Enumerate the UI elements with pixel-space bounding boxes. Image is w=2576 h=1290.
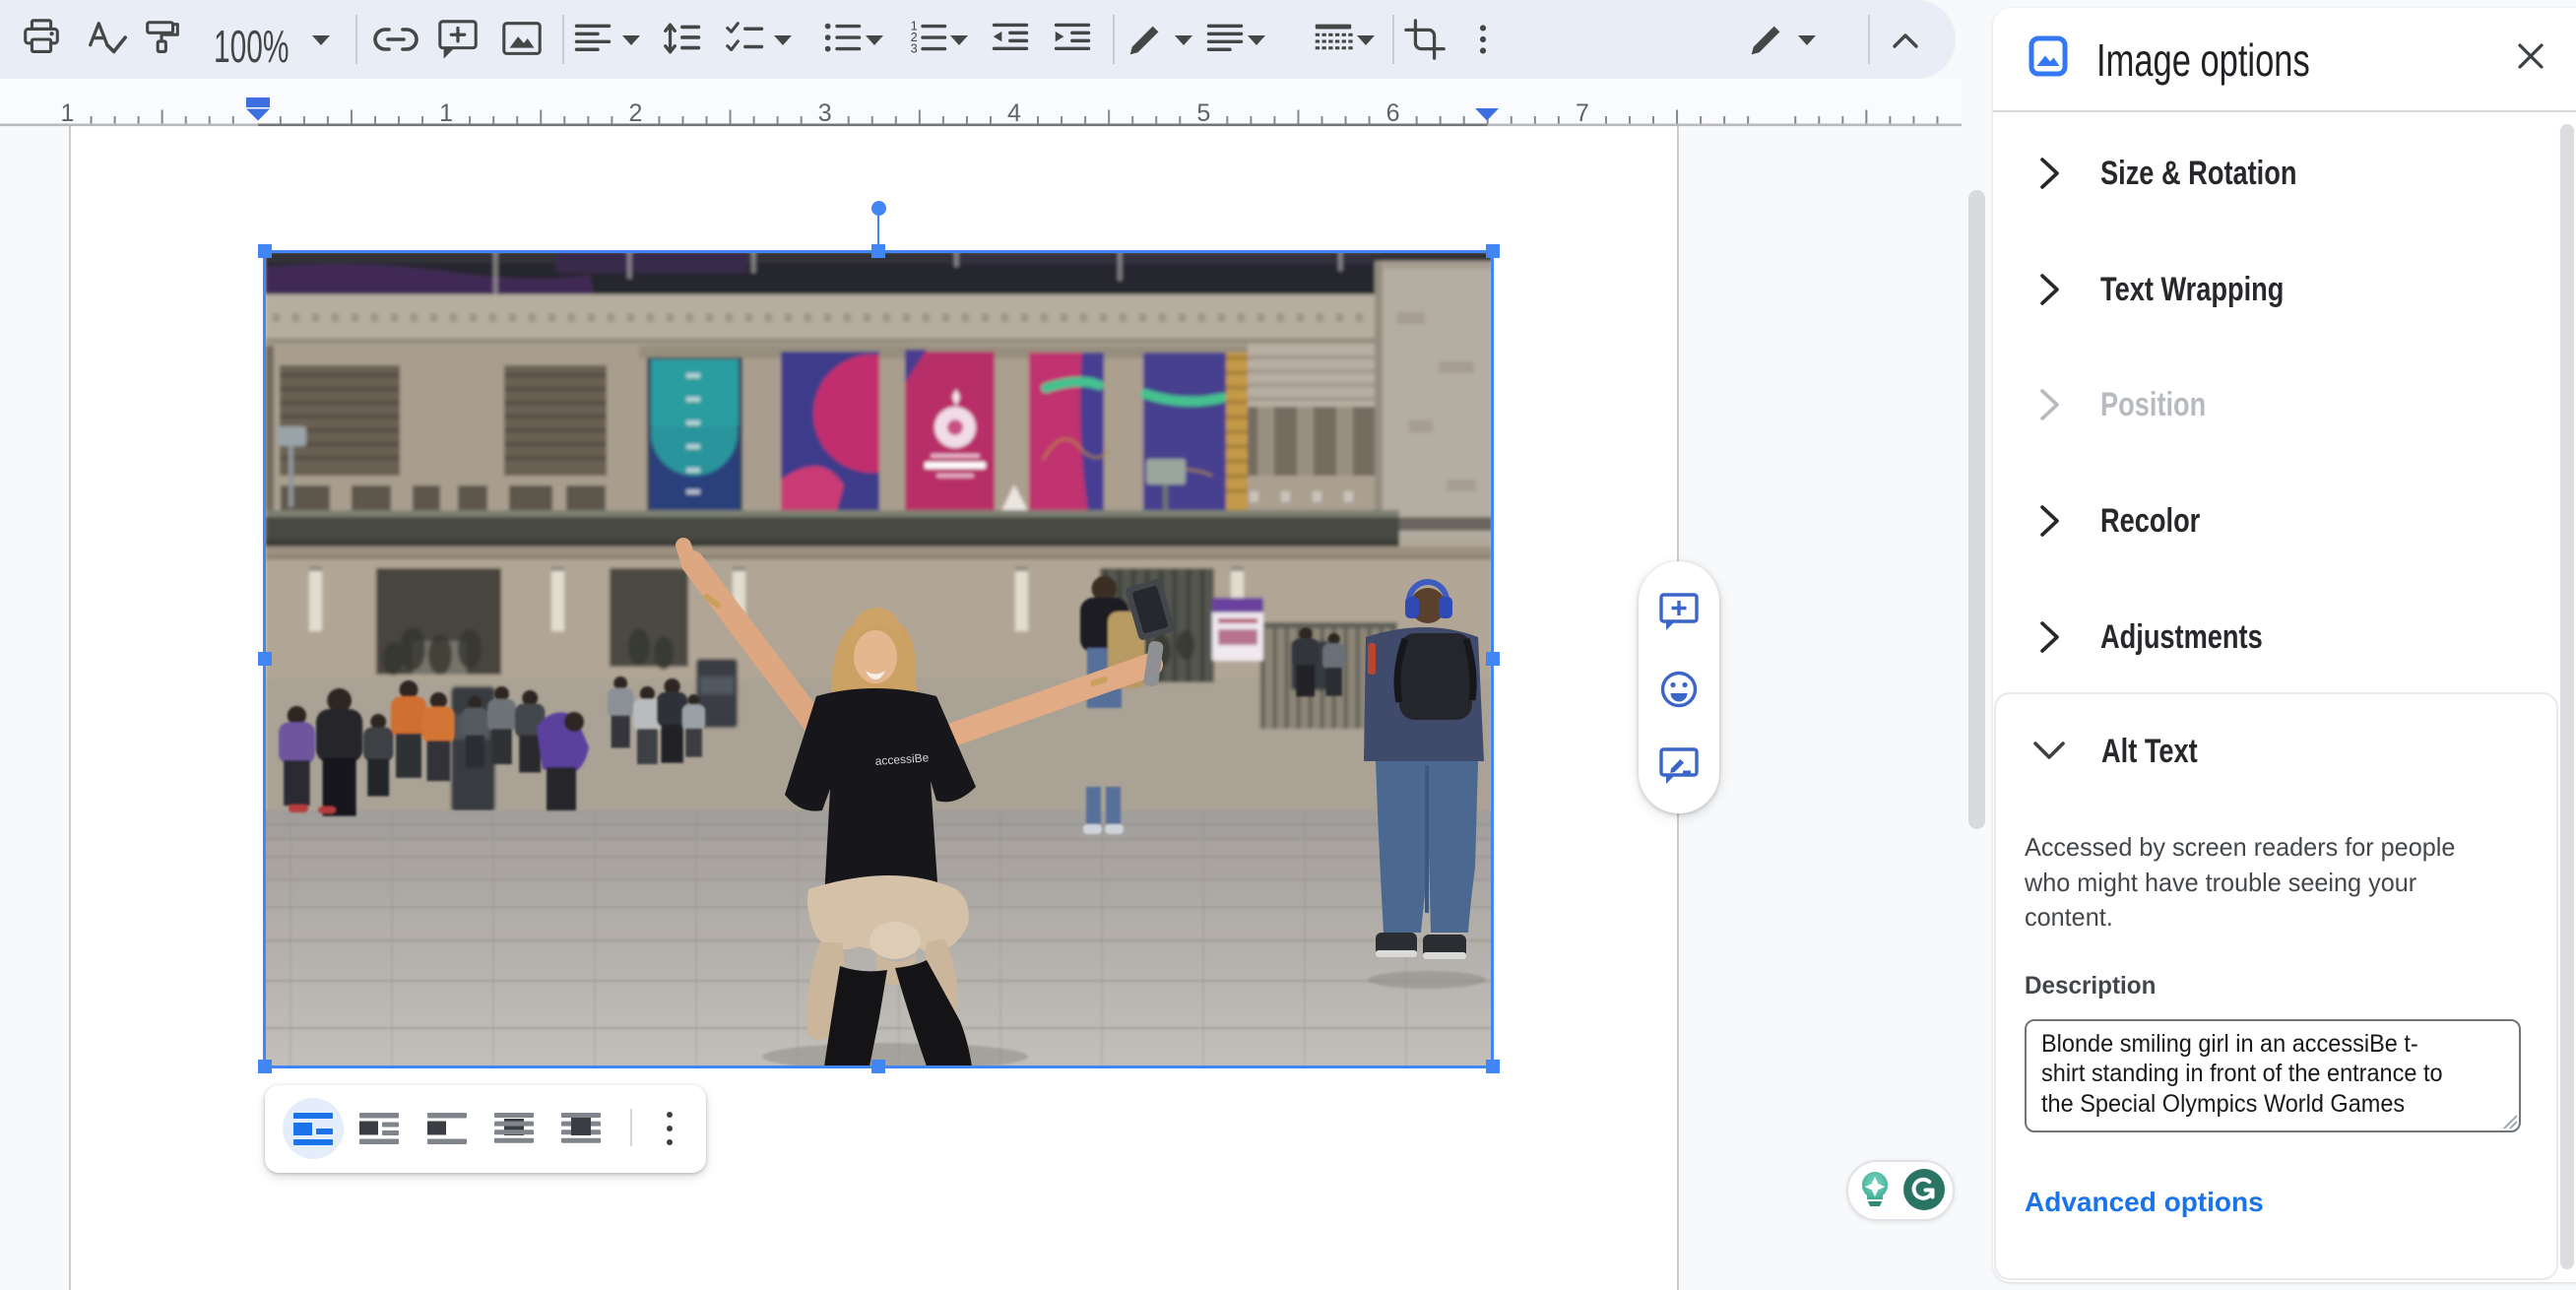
svg-text:7: 7: [1576, 99, 1589, 127]
svg-text:1: 1: [439, 99, 453, 127]
svg-text:3: 3: [911, 41, 918, 55]
svg-text:2: 2: [628, 99, 642, 127]
svg-text:5: 5: [1196, 99, 1210, 127]
svg-text:1: 1: [61, 99, 75, 127]
svg-text:6: 6: [1386, 99, 1400, 127]
svg-text:4: 4: [1007, 99, 1021, 127]
svg-text:3: 3: [818, 99, 832, 127]
